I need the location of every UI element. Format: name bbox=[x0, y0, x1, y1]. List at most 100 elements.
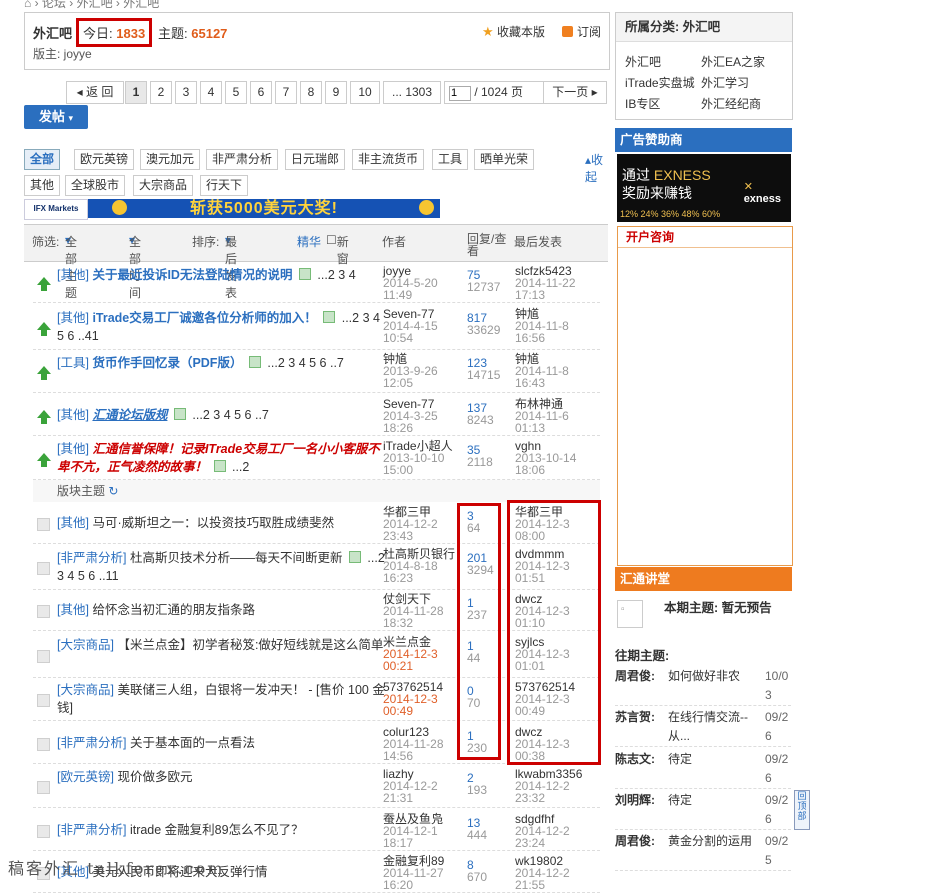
cat-travel[interactable]: 行天下 bbox=[200, 175, 249, 196]
digest-filter[interactable]: 精华 bbox=[297, 233, 321, 250]
thread-tag[interactable]: [大宗商品] bbox=[57, 683, 114, 697]
thread-lastpost-cell: 钟馗 2014-11-8 16:43 bbox=[515, 353, 585, 389]
cat-informal[interactable]: 非严肃分析 bbox=[206, 149, 279, 170]
thread-title[interactable]: 现价做多欧元 bbox=[117, 770, 192, 784]
thread-tag[interactable]: [其他] bbox=[57, 516, 89, 530]
thread-title[interactable]: 关于最近投诉ID无法登陆情况的说明 bbox=[92, 268, 292, 282]
collapse-link[interactable]: ▴收起 bbox=[585, 152, 605, 186]
page-2[interactable]: 2 bbox=[150, 81, 172, 104]
page-1[interactable]: 1 bbox=[125, 81, 147, 104]
page-4[interactable]: 4 bbox=[200, 81, 222, 104]
thread-title[interactable]: iTrade交易工厂诚邀各位分析师的加入！ bbox=[92, 311, 316, 325]
thread-pages[interactable]: ...2 bbox=[232, 460, 249, 474]
thread-author-cell: 蚕丛及鱼凫 2014-12-1 18:17 bbox=[383, 813, 463, 849]
forum-header: 外汇吧 今日: 1833 主题: 65127 版主: joyye ★ 收藏本版 … bbox=[24, 12, 610, 70]
thread-stats-cell: 75 12737 bbox=[467, 269, 500, 293]
promo-banner[interactable]: IFX Markets 斩获5000美元大奖! bbox=[24, 199, 440, 220]
thread-views: 670 bbox=[467, 870, 488, 884]
filter-all-topics[interactable]: 全部主题 ▾ bbox=[65, 233, 77, 300]
thread-title[interactable]: itrade 金融复利89怎么不见了？ bbox=[130, 823, 304, 837]
thread-tag[interactable]: [其他] bbox=[57, 603, 89, 617]
thread-subject: [欧元英镑] 现价做多欧元 bbox=[57, 768, 387, 786]
page-9[interactable]: 9 bbox=[325, 81, 347, 104]
table-row[interactable]: [其他] 关于最近投诉ID无法登陆情况的说明 ...2 3 4 joyye 2014… bbox=[33, 262, 600, 303]
thread-pages[interactable]: ...2 3 4 5 6 ..7 bbox=[267, 356, 343, 370]
table-row[interactable]: [非严肃分析] itrade 金融复利89怎么不见了？ 蚕丛及鱼凫 2014-12-… bbox=[33, 810, 600, 851]
page-8[interactable]: 8 bbox=[300, 81, 322, 104]
thread-tag[interactable]: [其他] bbox=[57, 311, 89, 325]
pinned-arrow-icon bbox=[37, 366, 51, 380]
thread-tag[interactable]: [工具] bbox=[57, 356, 89, 370]
table-row[interactable]: [欧元英镑] 现价做多欧元 liazhy 2014-12-2 21:31 2 193 lk… bbox=[33, 765, 600, 808]
cat-eur-gbp[interactable]: 欧元英镑 bbox=[74, 149, 135, 170]
back-label: 返 回 bbox=[86, 85, 114, 99]
past-topic-item[interactable]: 刘明辉: 待定 09/26 bbox=[615, 789, 791, 830]
page-5[interactable]: 5 bbox=[225, 81, 247, 104]
thread-tag[interactable]: [大宗商品] bbox=[57, 638, 114, 652]
thread-pages[interactable]: ...2 3 4 bbox=[317, 268, 355, 282]
sort-last-post[interactable]: 最后发表 ▾ bbox=[225, 233, 237, 300]
thread-tag[interactable]: [非严肃分析] bbox=[57, 551, 126, 565]
past-topic-item[interactable]: 苏言贺: 在线行情交流--从... 09/26 bbox=[615, 706, 791, 747]
side-link-ea[interactable]: 外汇EA之家 bbox=[701, 53, 765, 70]
side-link-broker[interactable]: 外汇经纪商 bbox=[701, 95, 761, 112]
side-link-ib[interactable]: IB专区 bbox=[625, 95, 660, 112]
thread-lastpost-cell: wk19802 2014-12-2 21:55 bbox=[515, 855, 585, 891]
thread-title[interactable]: 汇通论坛版规 bbox=[92, 408, 167, 422]
filter-all-time[interactable]: 全部时间 ▾ bbox=[129, 233, 141, 300]
thread-tag[interactable]: [欧元英镑] bbox=[57, 770, 114, 784]
cat-jpy-chf[interactable]: 日元瑞郎 bbox=[285, 149, 346, 170]
new-post-button[interactable]: 发帖 ▾ bbox=[24, 105, 88, 129]
cat-showoff[interactable]: 晒单光荣 bbox=[474, 149, 535, 170]
page-input[interactable] bbox=[449, 85, 471, 101]
cat-stocks[interactable]: 全球股市 bbox=[65, 175, 126, 196]
page-10[interactable]: 10 bbox=[350, 81, 380, 104]
past-topic-item[interactable]: 周君俊: 如何做好非农 10/03 bbox=[615, 665, 791, 706]
thread-tag[interactable]: [非严肃分析] bbox=[57, 736, 126, 750]
filter-label: 筛选: bbox=[32, 235, 60, 249]
side-link-itrade[interactable]: iTrade实盘城 bbox=[625, 74, 695, 91]
back-button[interactable]: ◂ 返 回 bbox=[66, 81, 124, 104]
thread-doc-icon bbox=[37, 650, 50, 663]
new-window-toggle[interactable]: ☐ 新窗 bbox=[326, 233, 349, 266]
cat-tools[interactable]: 工具 bbox=[432, 149, 469, 170]
table-row[interactable]: [工具] 货币作手回忆录（PDF版） ...2 3 4 5 6 ..7 钟馗 201… bbox=[33, 350, 600, 393]
thread-tag[interactable]: [其他] bbox=[57, 268, 89, 282]
table-row[interactable]: [其他] 汇通论坛版规 ...2 3 4 5 6 ..7 Seven-77 2014… bbox=[33, 395, 600, 436]
exness-ad[interactable]: 通过 EXNESS 奖励来赚钱 ✕ exness 12% 24% 36% 48% 6… bbox=[617, 154, 791, 222]
thread-title[interactable]: 货币作手回忆录（PDF版） bbox=[92, 356, 242, 370]
cat-aud-cad[interactable]: 澳元加元 bbox=[140, 149, 201, 170]
cat-other[interactable]: 其他 bbox=[24, 175, 61, 196]
subscribe-link[interactable]: 订阅 bbox=[561, 23, 601, 40]
page-3[interactable]: 3 bbox=[175, 81, 197, 104]
scroll-top-button[interactable]: 回顶部 bbox=[794, 790, 810, 830]
past-topic-item[interactable]: 周君俊: 黄金分割的运用 09/25 bbox=[615, 830, 791, 871]
thread-title[interactable]: 【米兰点金】初学者秘笈:做好短线就是这么简单 bbox=[117, 638, 383, 652]
thread-pages[interactable]: ...2 3 4 5 6 ..7 bbox=[192, 408, 268, 422]
thread-title[interactable]: 杜高斯贝技术分析——每天不间断更新 bbox=[130, 551, 343, 565]
side-link-forex[interactable]: 外汇吧 bbox=[625, 53, 661, 70]
cat-minor[interactable]: 非主流货币 bbox=[352, 149, 425, 170]
favorite-link[interactable]: ★ 收藏本版 bbox=[482, 23, 545, 40]
thread-title[interactable]: 马可·威斯坦之一：以投资技巧取胜成绩斐然 bbox=[92, 516, 334, 530]
attachment-icon bbox=[323, 311, 336, 323]
table-row[interactable]: [其他] 汇通信誉保障！记录ITrade交易工厂一名小小客服不卑不亢，正气凌然的… bbox=[33, 437, 600, 480]
next-page-button[interactable]: 下一页 ▸ bbox=[543, 81, 607, 104]
exness-line1: 通过 bbox=[622, 167, 650, 183]
past-topic-item[interactable]: 陈志文: 待定 09/26 bbox=[615, 748, 791, 789]
side-link-learn[interactable]: 外汇学习 bbox=[701, 74, 749, 91]
sponsor-title: 广告赞助商 bbox=[615, 128, 792, 152]
page-7[interactable]: 7 bbox=[275, 81, 297, 104]
page-last[interactable]: ... 1303 bbox=[383, 81, 441, 104]
thread-tag[interactable]: [非严肃分析] bbox=[57, 823, 126, 837]
page-6[interactable]: 6 bbox=[250, 81, 272, 104]
cat-all[interactable]: 全部 bbox=[24, 149, 61, 170]
thread-tag[interactable]: [其他] bbox=[57, 442, 89, 456]
sort-label: 排序: bbox=[192, 235, 220, 249]
thread-title[interactable]: 给怀念当初汇通的朋友指条路 bbox=[92, 603, 255, 617]
thread-title[interactable]: 关于基本面的一点看法 bbox=[130, 736, 255, 750]
thread-stats-cell: 13 444 bbox=[467, 817, 487, 841]
thread-tag[interactable]: [其他] bbox=[57, 408, 89, 422]
table-row[interactable]: [其他] iTrade交易工厂诚邀各位分析师的加入！ ...2 3 4 5 6 … bbox=[33, 305, 600, 350]
cat-commodities[interactable]: 大宗商品 bbox=[133, 175, 194, 196]
